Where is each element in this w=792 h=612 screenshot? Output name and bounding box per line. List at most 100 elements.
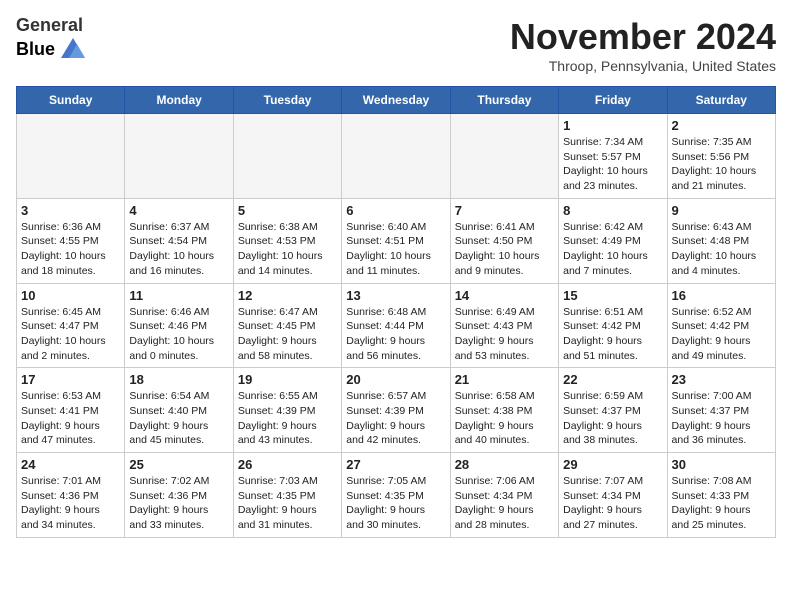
day-info: Sunrise: 7:00 AM Sunset: 4:37 PM Dayligh… <box>672 389 771 448</box>
calendar-cell: 15 Sunrise: 6:51 AM Sunset: 4:42 PM Dayli… <box>559 283 667 368</box>
day-info: Sunrise: 6:47 AM Sunset: 4:45 PM Dayligh… <box>238 305 337 364</box>
calendar-cell <box>450 114 558 199</box>
day-info: Sunrise: 6:37 AM Sunset: 4:54 PM Dayligh… <box>129 220 228 279</box>
day-info: Sunrise: 6:55 AM Sunset: 4:39 PM Dayligh… <box>238 389 337 448</box>
day-number: 24 <box>21 457 120 472</box>
logo: General Blue <box>16 16 87 64</box>
day-info: Sunrise: 7:01 AM Sunset: 4:36 PM Dayligh… <box>21 474 120 533</box>
calendar-cell: 1 Sunrise: 7:34 AM Sunset: 5:57 PM Daylig… <box>559 114 667 199</box>
calendar-cell: 5 Sunrise: 6:38 AM Sunset: 4:53 PM Daylig… <box>233 198 341 283</box>
day-info: Sunrise: 7:03 AM Sunset: 4:35 PM Dayligh… <box>238 474 337 533</box>
logo-icon <box>59 36 87 64</box>
day-number: 14 <box>455 288 554 303</box>
day-info: Sunrise: 6:43 AM Sunset: 4:48 PM Dayligh… <box>672 220 771 279</box>
day-number: 17 <box>21 372 120 387</box>
day-header-saturday: Saturday <box>667 87 775 114</box>
calendar-cell: 17Sunrise: 6:53 AM Sunset: 4:41 PM Dayli… <box>17 368 125 453</box>
day-number: 15 <box>563 288 662 303</box>
calendar-cell: 2 Sunrise: 7:35 AM Sunset: 5:56 PM Daylig… <box>667 114 775 199</box>
calendar-cell: 25 Sunrise: 7:02 AM Sunset: 4:36 PM Dayli… <box>125 453 233 538</box>
day-info: Sunrise: 6:40 AM Sunset: 4:51 PM Dayligh… <box>346 220 445 279</box>
day-number: 2 <box>672 118 771 133</box>
calendar-cell: 24 Sunrise: 7:01 AM Sunset: 4:36 PM Dayli… <box>17 453 125 538</box>
week-row-1: 3Sunrise: 6:36 AM Sunset: 4:55 PM Daylig… <box>17 198 776 283</box>
calendar: SundayMondayTuesdayWednesdayThursdayFrid… <box>16 86 776 538</box>
day-info: Sunrise: 6:57 AM Sunset: 4:39 PM Dayligh… <box>346 389 445 448</box>
day-info: Sunrise: 7:02 AM Sunset: 4:36 PM Dayligh… <box>129 474 228 533</box>
calendar-cell: 8 Sunrise: 6:42 AM Sunset: 4:49 PM Daylig… <box>559 198 667 283</box>
day-number: 19 <box>238 372 337 387</box>
day-info: Sunrise: 7:35 AM Sunset: 5:56 PM Dayligh… <box>672 135 771 194</box>
day-info: Sunrise: 6:58 AM Sunset: 4:38 PM Dayligh… <box>455 389 554 448</box>
calendar-cell: 7Sunrise: 6:41 AM Sunset: 4:50 PM Daylig… <box>450 198 558 283</box>
day-info: Sunrise: 6:45 AM Sunset: 4:47 PM Dayligh… <box>21 305 120 364</box>
day-number: 9 <box>672 203 771 218</box>
day-info: Sunrise: 6:49 AM Sunset: 4:43 PM Dayligh… <box>455 305 554 364</box>
day-number: 29 <box>563 457 662 472</box>
calendar-cell: 13 Sunrise: 6:48 AM Sunset: 4:44 PM Dayli… <box>342 283 450 368</box>
day-number: 4 <box>129 203 228 218</box>
day-header-sunday: Sunday <box>17 87 125 114</box>
day-info: Sunrise: 7:05 AM Sunset: 4:35 PM Dayligh… <box>346 474 445 533</box>
calendar-cell <box>17 114 125 199</box>
day-number: 28 <box>455 457 554 472</box>
day-info: Sunrise: 6:42 AM Sunset: 4:49 PM Dayligh… <box>563 220 662 279</box>
logo-blue: Blue <box>16 39 55 60</box>
day-number: 5 <box>238 203 337 218</box>
day-info: Sunrise: 6:36 AM Sunset: 4:55 PM Dayligh… <box>21 220 120 279</box>
day-number: 11 <box>129 288 228 303</box>
day-info: Sunrise: 6:51 AM Sunset: 4:42 PM Dayligh… <box>563 305 662 364</box>
day-number: 12 <box>238 288 337 303</box>
calendar-cell: 21 Sunrise: 6:58 AM Sunset: 4:38 PM Dayli… <box>450 368 558 453</box>
week-row-3: 17Sunrise: 6:53 AM Sunset: 4:41 PM Dayli… <box>17 368 776 453</box>
day-info: Sunrise: 7:07 AM Sunset: 4:34 PM Dayligh… <box>563 474 662 533</box>
day-header-monday: Monday <box>125 87 233 114</box>
day-info: Sunrise: 6:48 AM Sunset: 4:44 PM Dayligh… <box>346 305 445 364</box>
day-number: 25 <box>129 457 228 472</box>
title-section: November 2024 Throop, Pennsylvania, Unit… <box>510 16 776 74</box>
calendar-cell: 27 Sunrise: 7:05 AM Sunset: 4:35 PM Dayli… <box>342 453 450 538</box>
calendar-cell: 29 Sunrise: 7:07 AM Sunset: 4:34 PM Dayli… <box>559 453 667 538</box>
day-header-wednesday: Wednesday <box>342 87 450 114</box>
week-row-4: 24 Sunrise: 7:01 AM Sunset: 4:36 PM Dayli… <box>17 453 776 538</box>
calendar-header: SundayMondayTuesdayWednesdayThursdayFrid… <box>17 87 776 114</box>
day-info: Sunrise: 6:59 AM Sunset: 4:37 PM Dayligh… <box>563 389 662 448</box>
calendar-cell: 12 Sunrise: 6:47 AM Sunset: 4:45 PM Dayli… <box>233 283 341 368</box>
day-info: Sunrise: 7:08 AM Sunset: 4:33 PM Dayligh… <box>672 474 771 533</box>
calendar-cell: 18 Sunrise: 6:54 AM Sunset: 4:40 PM Dayli… <box>125 368 233 453</box>
calendar-cell: 11 Sunrise: 6:46 AM Sunset: 4:46 PM Dayli… <box>125 283 233 368</box>
calendar-cell: 30 Sunrise: 7:08 AM Sunset: 4:33 PM Dayli… <box>667 453 775 538</box>
calendar-cell <box>342 114 450 199</box>
day-info: Sunrise: 7:06 AM Sunset: 4:34 PM Dayligh… <box>455 474 554 533</box>
day-info: Sunrise: 6:54 AM Sunset: 4:40 PM Dayligh… <box>129 389 228 448</box>
day-number: 13 <box>346 288 445 303</box>
calendar-cell: 10 Sunrise: 6:45 AM Sunset: 4:47 PM Dayli… <box>17 283 125 368</box>
day-header-friday: Friday <box>559 87 667 114</box>
day-number: 10 <box>21 288 120 303</box>
day-number: 7 <box>455 203 554 218</box>
week-row-2: 10 Sunrise: 6:45 AM Sunset: 4:47 PM Dayli… <box>17 283 776 368</box>
day-info: Sunrise: 7:34 AM Sunset: 5:57 PM Dayligh… <box>563 135 662 194</box>
location: Throop, Pennsylvania, United States <box>510 58 776 74</box>
calendar-cell: 23Sunrise: 7:00 AM Sunset: 4:37 PM Dayli… <box>667 368 775 453</box>
calendar-cell: 16Sunrise: 6:52 AM Sunset: 4:42 PM Dayli… <box>667 283 775 368</box>
day-info: Sunrise: 6:38 AM Sunset: 4:53 PM Dayligh… <box>238 220 337 279</box>
days-header-row: SundayMondayTuesdayWednesdayThursdayFrid… <box>17 87 776 114</box>
day-number: 21 <box>455 372 554 387</box>
day-info: Sunrise: 6:52 AM Sunset: 4:42 PM Dayligh… <box>672 305 771 364</box>
calendar-cell <box>125 114 233 199</box>
month-title: November 2024 <box>510 16 776 58</box>
day-number: 1 <box>563 118 662 133</box>
day-number: 30 <box>672 457 771 472</box>
calendar-body: 1 Sunrise: 7:34 AM Sunset: 5:57 PM Daylig… <box>17 114 776 538</box>
day-number: 22 <box>563 372 662 387</box>
day-number: 18 <box>129 372 228 387</box>
day-info: Sunrise: 6:46 AM Sunset: 4:46 PM Dayligh… <box>129 305 228 364</box>
week-row-0: 1 Sunrise: 7:34 AM Sunset: 5:57 PM Daylig… <box>17 114 776 199</box>
calendar-cell: 3Sunrise: 6:36 AM Sunset: 4:55 PM Daylig… <box>17 198 125 283</box>
day-number: 8 <box>563 203 662 218</box>
calendar-cell: 9 Sunrise: 6:43 AM Sunset: 4:48 PM Daylig… <box>667 198 775 283</box>
calendar-cell: 6Sunrise: 6:40 AM Sunset: 4:51 PM Daylig… <box>342 198 450 283</box>
calendar-cell: 19 Sunrise: 6:55 AM Sunset: 4:39 PM Dayli… <box>233 368 341 453</box>
day-number: 27 <box>346 457 445 472</box>
